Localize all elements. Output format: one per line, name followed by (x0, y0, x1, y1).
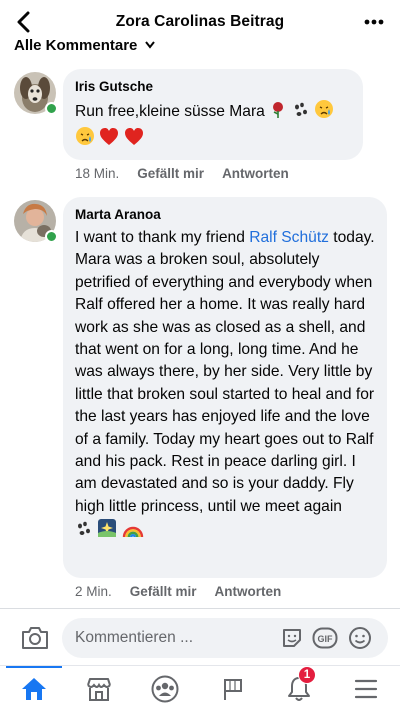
chevron-left-icon (17, 11, 30, 33)
like-button[interactable]: Gefällt mir (130, 584, 197, 599)
comment-author[interactable]: Marta Aranoa (75, 206, 375, 224)
reply-button[interactable]: Antworten (222, 166, 289, 181)
menu-icon (354, 679, 378, 699)
paw-prints-icon (292, 101, 310, 126)
more-dots-icon (364, 19, 384, 25)
comment-text-rest: today. Mara was a broken soul, absolutel… (75, 229, 375, 515)
mention-link[interactable]: Ralf Schütz (249, 229, 329, 246)
comment-input[interactable]: Kommentieren ... GIF (62, 618, 388, 658)
comment-bubble[interactable]: Iris Gutsche Run free,kleine süsse Mara (63, 69, 363, 160)
smiley-icon (349, 627, 371, 649)
comment-actions: 2 Min. Gefällt mir Antworten (75, 584, 281, 599)
sticker-icon (283, 629, 301, 647)
avatar[interactable] (14, 200, 58, 243)
home-icon (22, 678, 46, 700)
comments-filter-label: Alle Kommentare (14, 37, 138, 51)
more-options-button[interactable] (362, 12, 386, 32)
night-sky-icon (97, 518, 117, 545)
comment-text-start: I want to thank my friend (75, 229, 250, 246)
gif-icon: GIF (312, 627, 338, 649)
tab-marketplace[interactable] (84, 674, 114, 704)
tab-pages[interactable] (218, 674, 248, 704)
comments-filter[interactable]: Alle Kommentare (14, 33, 156, 51)
emoji-button[interactable] (348, 626, 372, 650)
marketplace-icon (87, 678, 111, 701)
page-title: Zora Carolinas Beitrag (115, 13, 285, 30)
comment-author[interactable]: Iris Gutsche (75, 78, 351, 96)
notification-badge: 1 (298, 666, 316, 684)
red-heart-icon (124, 127, 144, 153)
back-button[interactable] (10, 8, 38, 36)
camera-button[interactable] (20, 625, 50, 653)
comment-bubble[interactable]: Marta Aranoa I want to thank my friend R… (63, 197, 387, 578)
online-status-indicator (45, 102, 58, 115)
camera-icon (22, 627, 48, 649)
avatar[interactable] (14, 72, 58, 115)
bottom-tab-bar: 1 (0, 665, 400, 711)
rainbow-icon (122, 520, 144, 545)
sad-tear-face-icon (314, 99, 334, 126)
rose-icon (269, 101, 287, 126)
comment-timestamp[interactable]: 2 Min. (75, 584, 112, 599)
pages-flag-icon (224, 679, 242, 700)
sad-tear-face-icon (75, 126, 95, 153)
active-tab-indicator (6, 666, 62, 668)
chevron-down-icon (145, 41, 156, 49)
gif-button[interactable]: GIF (312, 626, 338, 650)
paw-prints-icon (75, 520, 93, 545)
tab-home[interactable] (19, 674, 49, 704)
tab-groups[interactable] (150, 674, 180, 704)
online-status-indicator (45, 230, 58, 243)
comment-text-content: Run free,kleine süsse Mara (75, 103, 270, 120)
comment-text: I want to thank my friend Ralf Schütz to… (75, 227, 375, 546)
sticker-button[interactable] (280, 626, 304, 650)
svg-text:GIF: GIF (318, 634, 334, 644)
reply-button[interactable]: Antworten (215, 584, 282, 599)
comment-input-placeholder: Kommentieren ... (75, 629, 194, 646)
red-heart-icon (99, 127, 119, 153)
comment-composer: Kommentieren ... GIF (0, 608, 400, 666)
tab-menu[interactable] (351, 674, 381, 704)
comment-timestamp[interactable]: 18 Min. (75, 166, 119, 181)
groups-icon (151, 675, 179, 703)
like-button[interactable]: Gefällt mir (137, 166, 204, 181)
comment-text: Run free,kleine süsse Mara (75, 99, 351, 154)
tab-notifications[interactable]: 1 (284, 666, 316, 704)
comment-actions: 18 Min. Gefällt mir Antworten (75, 166, 289, 181)
